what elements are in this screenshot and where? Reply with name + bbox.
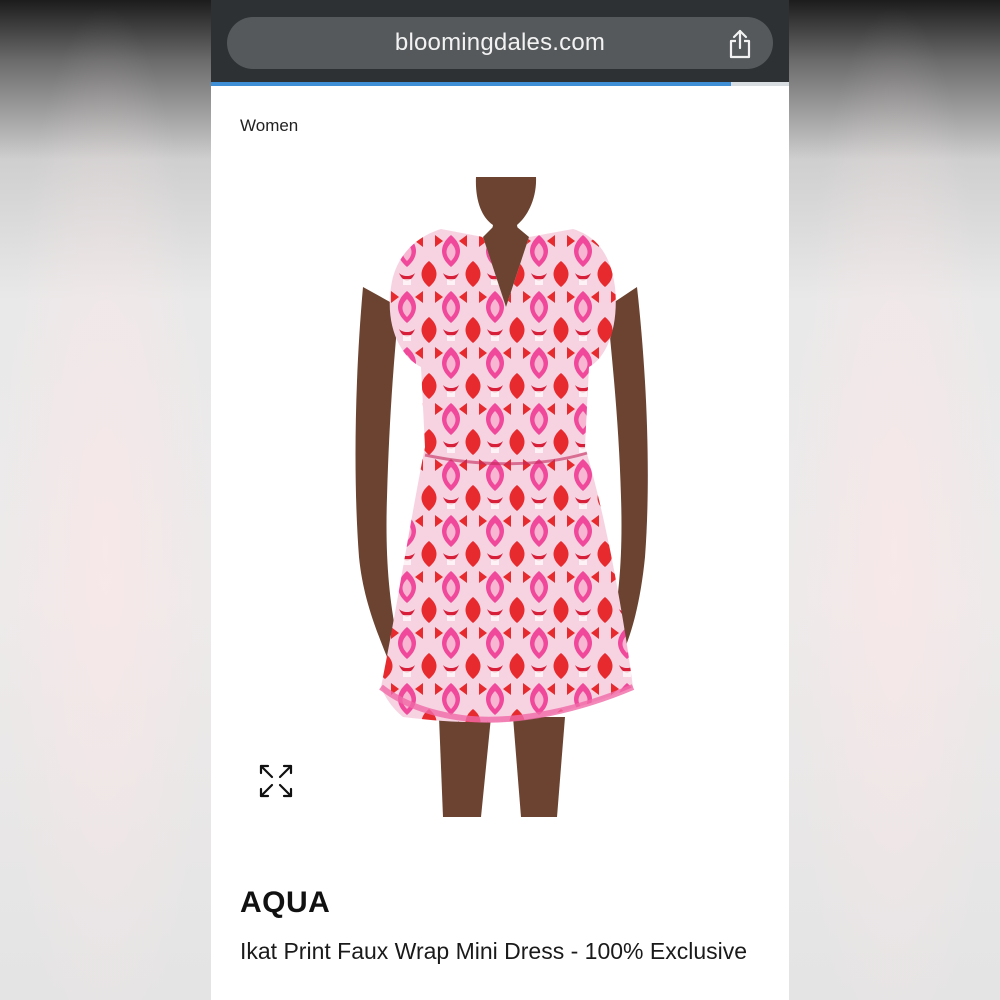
page-load-progress-fill xyxy=(211,82,732,86)
browser-top-bar: bloomingdales.com xyxy=(211,0,789,82)
product-title: Ikat Print Faux Wrap Mini Dress - 100% E… xyxy=(240,938,748,964)
background-left xyxy=(0,0,211,1000)
address-bar[interactable]: bloomingdales.com xyxy=(227,17,773,69)
background-right xyxy=(789,0,1000,1000)
url-text: bloomingdales.com xyxy=(394,29,606,56)
expand-icon[interactable] xyxy=(259,764,293,798)
phone-screen: bloomingdales.com Women AQUA Ikat Print … xyxy=(211,0,789,1000)
breadcrumb[interactable]: Women xyxy=(240,116,298,136)
brand-name[interactable]: AQUA xyxy=(240,886,330,920)
share-icon[interactable] xyxy=(727,29,753,59)
product-image[interactable] xyxy=(341,177,671,817)
page-load-progress xyxy=(211,82,789,86)
